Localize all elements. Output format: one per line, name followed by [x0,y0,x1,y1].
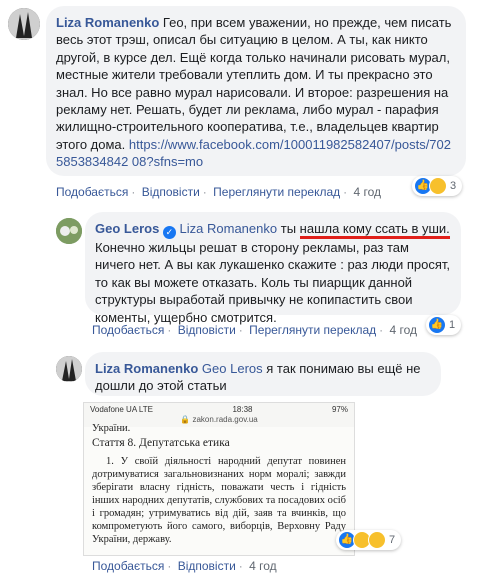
comment-bubble: Liza Romanenko Geo Leros я так понимаю в… [85,352,441,396]
comment-text: Конечно жильцы решат в сторону рекламы, … [95,240,450,325]
comment-time[interactable]: 4 год [390,323,418,337]
verified-badge-icon: ✓ [162,226,176,239]
see-translation-link[interactable]: Переглянути переклад [249,323,376,337]
comment-time[interactable]: 4 год [354,185,382,199]
reaction-count: 7 [389,534,396,546]
avatar[interactable] [56,356,82,382]
carrier: Vodafone UA LTE [90,404,154,414]
like-reaction-icon: 👍 [428,316,446,334]
haha-reaction-icon [429,177,447,195]
cut-text: України. [92,423,131,434]
avatar[interactable] [8,8,40,40]
comment-text-start: ты [280,221,300,236]
phone-status-bar: Vodafone UA LTE 18:38 97% [84,403,354,415]
highlighted-text: нашла кому ссать в уши. [299,221,450,239]
battery: 97% [331,404,348,414]
avatar[interactable] [56,218,82,244]
reactions-badge[interactable]: 👍 3 [412,176,463,196]
comment-bubble: Liza Romanenko Гео, при всем уважении, н… [46,6,466,176]
comment-author[interactable]: Liza Romanenko [56,15,159,30]
comment-actions: Подобається · Відповісти · Переглянути пер… [92,323,418,337]
like-link[interactable]: Подобається [92,559,164,573]
mention-link[interactable]: Geo Leros [202,361,263,376]
comment-author[interactable]: Liza Romanenko [95,361,198,376]
comment-actions: Подобається · Відповісти · Переглянути пер… [56,185,382,199]
comment-time[interactable]: 4 год [249,559,277,573]
article-title: Стаття 8. Депутатська етика [92,437,230,449]
profile-photo-icon [56,218,82,244]
clock: 18:38 [232,404,253,414]
wow-reaction-icon [368,531,386,549]
mention-link[interactable]: Liza Romanenko [180,221,278,236]
see-translation-link[interactable]: Переглянути переклад [213,185,340,199]
comment-bubble: Geo Leros ✓ Liza Romanenko ты нашла кому… [85,212,461,325]
reply-link[interactable]: Відповісти [178,559,236,573]
attached-screenshot[interactable]: Vodafone UA LTE 18:38 97% 🔒 zakon.rada.g… [83,402,355,556]
document-page: України. Стаття 8. Депутатська етика 1. … [84,423,354,555]
reactions-badge[interactable]: 👍 7 [336,530,402,550]
reaction-count: 1 [449,319,456,331]
like-link[interactable]: Подобається [92,323,164,337]
profile-photo-icon [56,356,82,382]
reactions-badge[interactable]: 👍 1 [426,315,462,335]
article-paragraph: 1. У своїй діяльності народний депутат п… [92,456,346,545]
comment-text: Гео, при всем уважении, но прежде, чем п… [56,15,452,152]
reply-link[interactable]: Відповісти [178,323,236,337]
comment-actions: Подобається · Відповісти · 4 год [92,559,277,573]
reply-link[interactable]: Відповісти [142,185,200,199]
reaction-count: 3 [450,180,457,192]
comment-author[interactable]: Geo Leros [95,221,159,236]
like-link[interactable]: Подобається [56,185,128,199]
profile-photo-icon [8,8,40,40]
